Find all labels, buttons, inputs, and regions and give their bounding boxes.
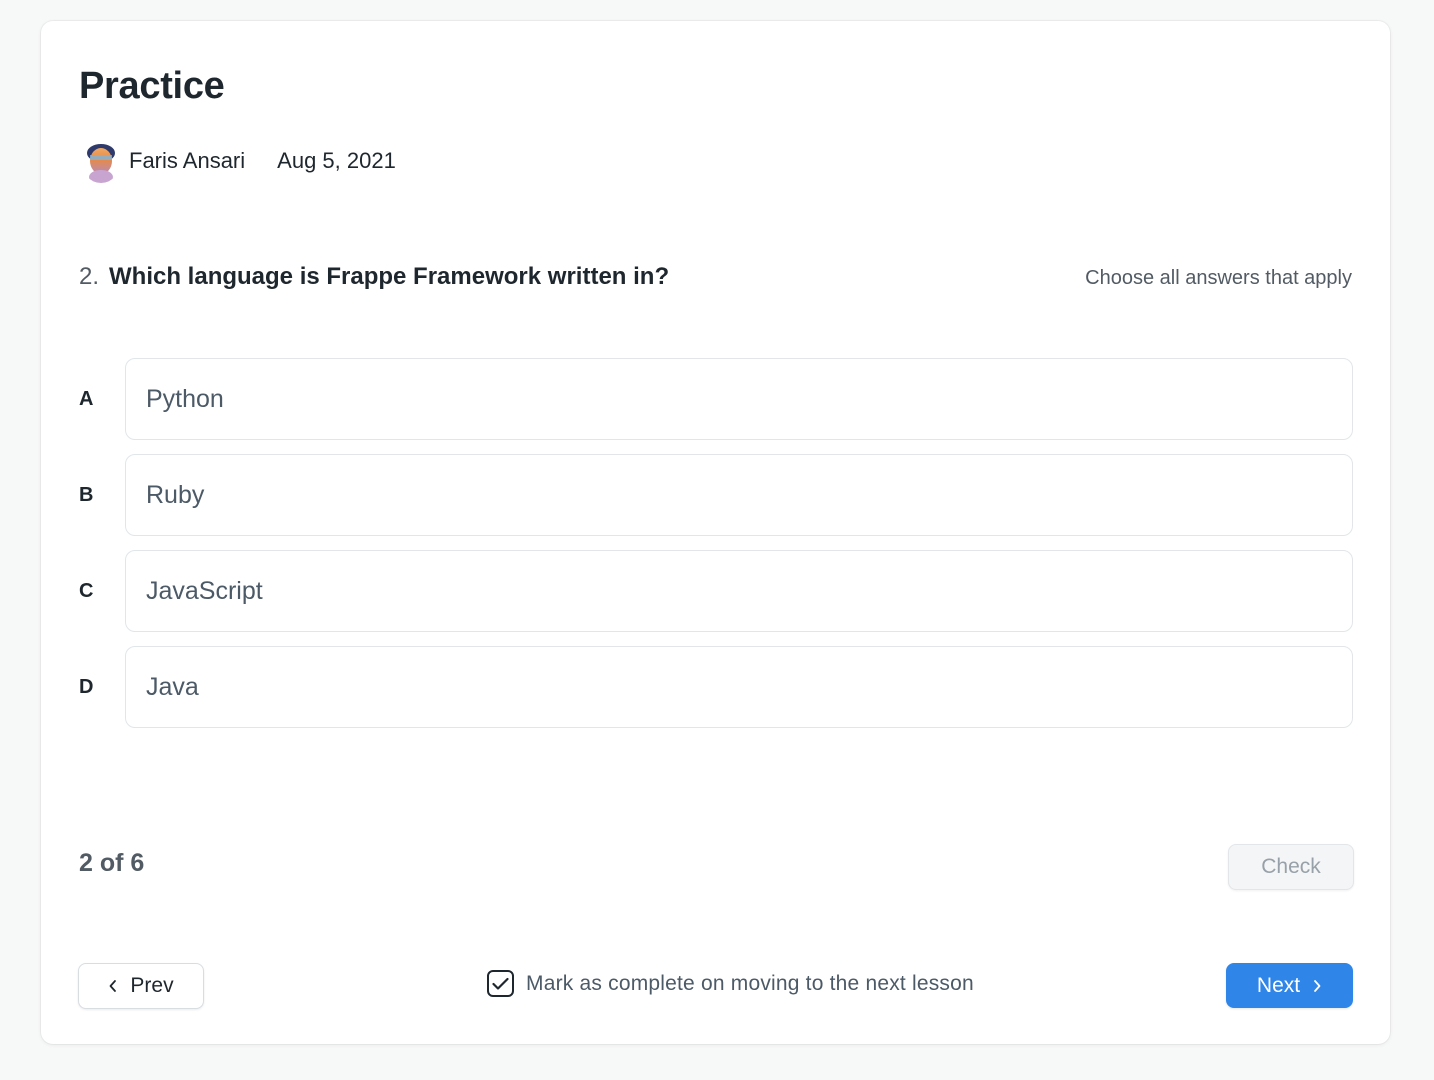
mark-complete-toggle[interactable]: Mark as complete on moving to the next l… <box>487 970 974 997</box>
option-row-c: C JavaScript <box>79 543 1353 639</box>
next-label: Next <box>1256 973 1301 997</box>
question-number: 2. <box>79 263 100 290</box>
chevron-right-icon <box>1312 979 1322 993</box>
check-button[interactable]: Check <box>1228 844 1354 890</box>
option-javascript[interactable]: JavaScript <box>125 550 1353 632</box>
option-letter: C <box>79 579 94 602</box>
mark-complete-label: Mark as complete on moving to the next l… <box>526 971 974 995</box>
question: 2. Which language is Frappe Framework wr… <box>79 263 669 291</box>
publish-date: Aug 5, 2021 <box>277 148 396 173</box>
next-button[interactable]: Next <box>1226 963 1353 1008</box>
option-letter: A <box>79 387 94 410</box>
author-avatar-image <box>81 139 121 183</box>
option-row-a: A Python <box>79 351 1353 447</box>
option-row-b: B Ruby <box>79 447 1353 543</box>
option-letter: D <box>79 675 94 698</box>
avatar[interactable] <box>81 139 121 183</box>
prev-label: Prev <box>130 974 174 997</box>
chevron-left-icon <box>108 979 118 993</box>
question-text: Which language is Frappe Framework writt… <box>109 263 670 290</box>
answer-options: A Python B Ruby C JavaScript D Java <box>79 351 1353 735</box>
quiz-card: Practice Faris Ansari Aug 5, 2021 2. Whi… <box>41 21 1390 1044</box>
page-title: Practice <box>79 65 225 107</box>
author-name: Faris Ansari <box>129 148 246 173</box>
option-ruby[interactable]: Ruby <box>125 454 1353 536</box>
mark-complete-checkbox[interactable] <box>487 970 514 997</box>
option-java[interactable]: Java <box>125 646 1353 728</box>
question-hint: Choose all answers that apply <box>1085 267 1352 289</box>
option-python[interactable]: Python <box>125 358 1353 440</box>
option-row-d: D Java <box>79 639 1353 735</box>
quiz-progress: 2 of 6 <box>79 849 145 877</box>
checkmark-icon <box>492 977 509 990</box>
option-letter: B <box>79 483 94 506</box>
lesson-meta: Faris Ansari Aug 5, 2021 <box>81 139 396 183</box>
prev-button[interactable]: Prev <box>78 963 204 1009</box>
